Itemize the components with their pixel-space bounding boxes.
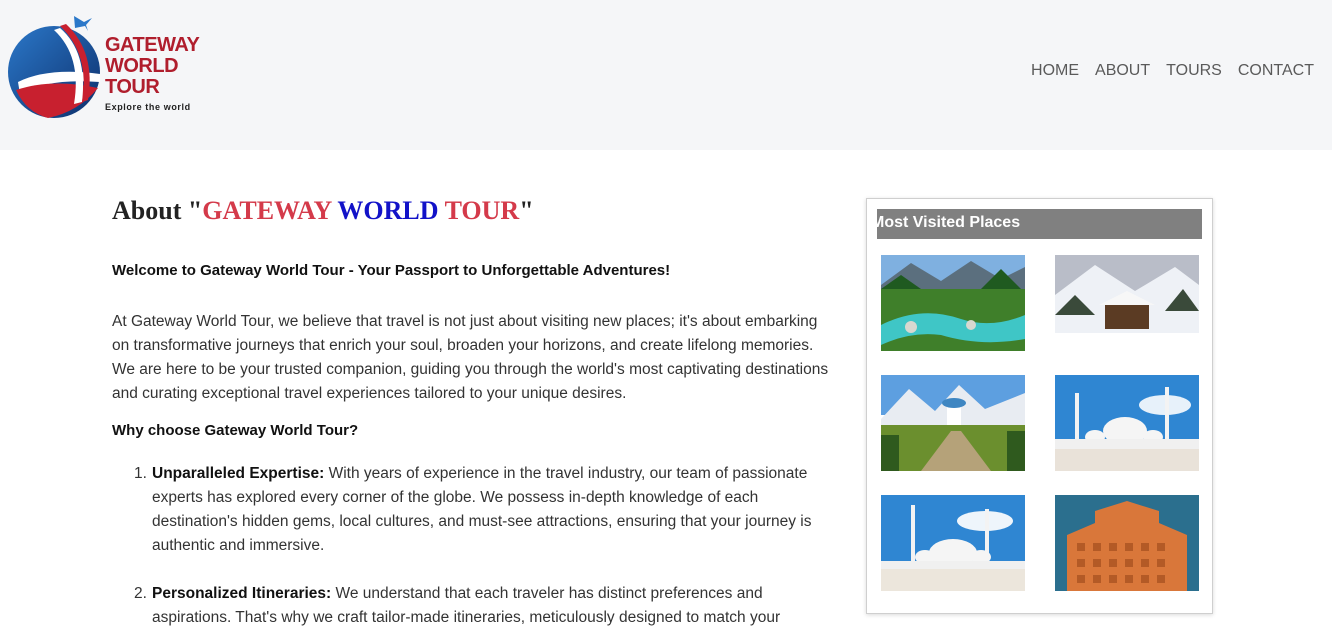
pink-palace-photo[interactable] [1055, 495, 1199, 591]
nav-about[interactable]: ABOUT [1095, 62, 1150, 80]
globe-plane-icon [8, 16, 100, 118]
site-header: GATEWAY WORLD TOUR Explore the world HOM… [0, 0, 1332, 150]
panel-heading: Most Visited Places [877, 209, 1202, 239]
brand-tagline: Explore the world [105, 102, 191, 112]
brand-logo[interactable]: GATEWAY WORLD TOUR Explore the world [8, 12, 208, 124]
brand-name: GATEWAY WORLD TOUR [105, 34, 200, 98]
river-valley-photo[interactable] [881, 255, 1025, 351]
snow-cabin-photo[interactable] [1055, 255, 1199, 351]
white-mosque-photo[interactable] [1055, 375, 1199, 471]
intro-paragraph: At Gateway World Tour, we believe that t… [112, 313, 829, 402]
nav-contact[interactable]: CONTACT [1238, 62, 1314, 80]
welcome-heading: Welcome to Gateway World Tour - Your Pas… [112, 262, 671, 279]
nav-home[interactable]: HOME [1031, 62, 1079, 80]
list-item: 2. Personalized Itineraries: We understan… [134, 585, 781, 626]
page-title: About "GATEWAY WORLD TOUR" [112, 196, 534, 225]
why-heading: Why choose Gateway World Tour? [112, 422, 359, 439]
most-visited-panel: Most Visited Places [866, 198, 1213, 614]
reasons-list: 1. Unparalleled Expertise: With years of … [134, 462, 842, 633]
white-mosque-courtyard-photo[interactable] [881, 495, 1025, 591]
nav-tours[interactable]: TOURS [1166, 62, 1222, 80]
mountain-garden-photo[interactable] [881, 375, 1025, 471]
main-nav: HOME ABOUT TOURS CONTACT [1031, 62, 1314, 80]
list-item: 1. Unparalleled Expertise: With years of … [134, 465, 812, 554]
